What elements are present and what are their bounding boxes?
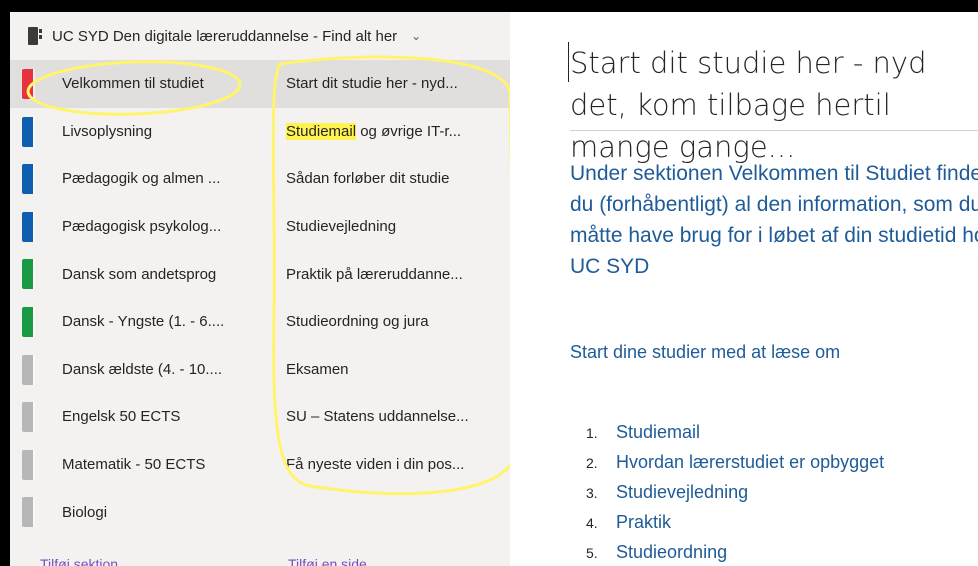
notebook-icon xyxy=(28,27,42,45)
section-label: Pædagogisk psykolog... xyxy=(62,218,222,236)
topic-link[interactable]: Hvordan lærerstudiet er opbygget xyxy=(616,452,884,473)
page-label: Få nyeste viden i din pos... xyxy=(286,456,465,474)
section-label: Livsoplysning xyxy=(62,122,153,140)
add-section-button[interactable]: Tilføj sektion xyxy=(40,556,118,566)
section-label: Matematik - 50 ECTS xyxy=(62,456,206,474)
page-item[interactable]: Eksamen xyxy=(268,346,510,394)
list-row: Biologi xyxy=(10,488,510,536)
list-row: Dansk - Yngste (1. - 6.... Studieordning … xyxy=(10,298,510,346)
page-content[interactable]: Start dit studie her - nyd det, kom tilb… xyxy=(510,12,978,566)
list-number: 1. xyxy=(586,425,598,441)
text-cursor xyxy=(568,42,569,82)
list-item[interactable]: 2. Hvordan lærerstudiet er opbygget xyxy=(586,452,884,482)
page-item[interactable]: Studiemail og øvrige IT-r... xyxy=(268,108,510,156)
page-label: Studievejledning xyxy=(286,218,397,236)
list-number: 5. xyxy=(586,545,598,561)
list-item[interactable]: 4. Praktik xyxy=(586,512,884,542)
section-label: Velkommen til studiet xyxy=(62,75,204,93)
navigation-pane: UC SYD Den digitale læreruddannelse - Fi… xyxy=(10,12,511,566)
list-number: 4. xyxy=(586,515,598,531)
page-item[interactable]: Studievejledning xyxy=(268,203,510,251)
page-item[interactable]: Studieordning og jura xyxy=(268,298,510,346)
list-item[interactable]: 5. Studieordning xyxy=(586,542,884,566)
section-tab[interactable]: Dansk som andetsprog xyxy=(10,250,268,298)
list-row: Dansk som andetsprog Praktik på lærerudda… xyxy=(10,250,510,298)
list-row: Dansk ældste (4. - 10.... Eksamen xyxy=(10,346,510,394)
page-item[interactable]: Få nyeste viden i din pos... xyxy=(268,441,510,489)
onenote-window: UC SYD Den digitale læreruddannelse - Fi… xyxy=(10,12,978,566)
page-label: Studiemail og øvrige IT-r... xyxy=(286,122,462,140)
section-label: Dansk som andetsprog xyxy=(62,265,217,283)
section-label: Dansk - Yngste (1. - 6.... xyxy=(62,313,225,331)
page-item[interactable]: Start dit studie her - nyd... xyxy=(268,60,510,108)
section-color-tab-icon xyxy=(22,259,35,290)
add-bar: Tilføj sektion Tilføj en side xyxy=(10,552,510,566)
page-label: Sådan forløber dit studie xyxy=(286,170,450,188)
section-color-tab-icon xyxy=(22,497,35,528)
section-color-tab-icon xyxy=(22,116,35,147)
topic-list: 1. Studiemail 2. Hvordan lærerstudiet er op… xyxy=(586,422,884,566)
section-tab[interactable]: Dansk ældste (4. - 10.... xyxy=(10,346,268,394)
section-color-tab-icon xyxy=(22,402,35,433)
list-item[interactable]: 1. Studiemail xyxy=(586,422,884,452)
chevron-down-icon: ⌄ xyxy=(411,29,422,43)
page-item[interactable]: Praktik på læreruddanne... xyxy=(268,250,510,298)
page-label: Eksamen xyxy=(286,360,349,378)
section-tab[interactable]: Velkommen til studiet xyxy=(10,60,268,108)
section-page-list: Velkommen til studiet Start dit studie he… xyxy=(10,60,510,536)
section-tab[interactable]: Pædagogik og almen ... xyxy=(10,155,268,203)
page-label: SU – Statens uddannelse... xyxy=(286,408,469,426)
reading-heading[interactable]: Start dine studier med at læse om xyxy=(570,342,840,363)
page-label: Start dit studie her - nyd... xyxy=(286,75,458,93)
section-tab[interactable]: Pædagogisk psykolog... xyxy=(10,203,268,251)
section-tab[interactable]: Matematik - 50 ECTS xyxy=(10,441,268,489)
section-color-tab-icon xyxy=(22,306,35,337)
section-color-tab-icon xyxy=(22,211,35,242)
page-label: Praktik på læreruddanne... xyxy=(286,265,463,283)
list-number: 2. xyxy=(586,455,598,471)
topic-link[interactable]: Praktik xyxy=(616,512,671,533)
list-number: 3. xyxy=(586,485,598,501)
section-color-tab-icon xyxy=(22,354,35,385)
section-tab[interactable]: Dansk - Yngste (1. - 6.... xyxy=(10,298,268,346)
section-tab[interactable]: Biologi xyxy=(10,488,268,536)
intro-paragraph[interactable]: Under sektionen Velkommen til Studiet fi… xyxy=(570,158,978,282)
list-row: Velkommen til studiet Start dit studie he… xyxy=(10,60,510,108)
notebook-title: UC SYD Den digitale læreruddannelse - Fi… xyxy=(52,27,398,45)
list-item[interactable]: 3. Studievejledning xyxy=(586,482,884,512)
list-row: Engelsk 50 ECTS SU – Statens uddannelse..… xyxy=(10,393,510,441)
page-label: Studieordning og jura xyxy=(286,313,429,331)
page-title[interactable]: Start dit studie her - nyd det, kom tilb… xyxy=(570,42,970,168)
notebook-picker[interactable]: UC SYD Den digitale læreruddannelse - Fi… xyxy=(10,12,510,60)
page-item[interactable]: SU – Statens uddannelse... xyxy=(268,393,510,441)
list-row: Livsoplysning Studiemail og øvrige IT-r..… xyxy=(10,108,510,156)
section-label: Dansk ældste (4. - 10.... xyxy=(62,360,223,378)
list-row: Matematik - 50 ECTS Få nyeste viden i din… xyxy=(10,441,510,489)
section-label: Biologi xyxy=(62,503,108,521)
topic-link[interactable]: Studievejledning xyxy=(616,482,748,503)
section-color-tab-icon xyxy=(22,449,35,480)
page-item[interactable]: Sådan forløber dit studie xyxy=(268,155,510,203)
topic-link[interactable]: Studieordning xyxy=(616,542,727,563)
empty-page-slot xyxy=(268,488,510,536)
list-row: Pædagogik og almen ... Sådan forløber dit… xyxy=(10,155,510,203)
section-color-tab-icon xyxy=(22,164,35,195)
topic-link[interactable]: Studiemail xyxy=(616,422,700,443)
section-label: Engelsk 50 ECTS xyxy=(62,408,181,426)
highlighted-text: Studiemail xyxy=(286,122,357,140)
section-tab[interactable]: Engelsk 50 ECTS xyxy=(10,393,268,441)
list-row: Pædagogisk psykolog... Studievejledning xyxy=(10,203,510,251)
section-label: Pædagogik og almen ... xyxy=(62,170,221,188)
section-tab[interactable]: Livsoplysning xyxy=(10,108,268,156)
title-divider xyxy=(570,130,978,131)
section-color-tab-icon xyxy=(22,69,35,99)
add-page-button[interactable]: Tilføj en side xyxy=(288,556,367,566)
